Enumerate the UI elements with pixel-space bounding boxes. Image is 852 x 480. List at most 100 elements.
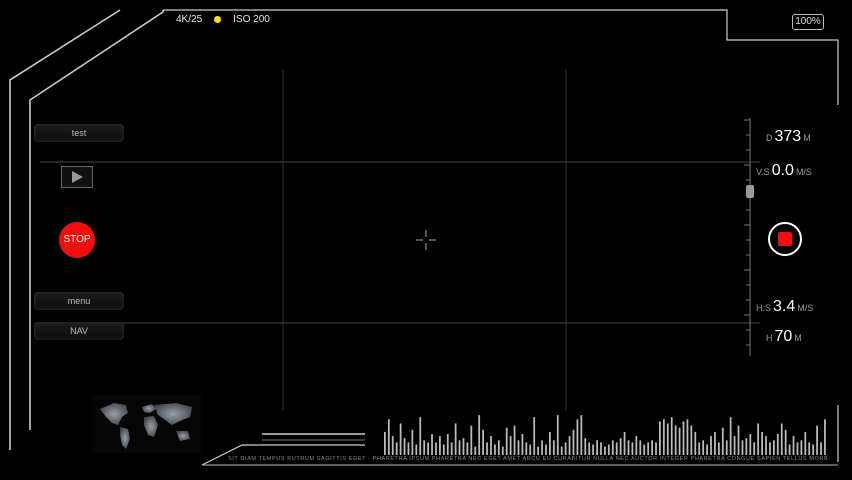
audio-level-bar — [717, 442, 720, 455]
audio-level-bar — [729, 417, 732, 455]
audio-level-bar — [454, 423, 457, 455]
audio-level-bar — [592, 444, 595, 455]
audio-level-bar — [619, 438, 622, 455]
altitude-scale — [744, 118, 751, 356]
stop-button[interactable]: STOP — [59, 222, 95, 258]
audio-level-bar — [545, 444, 547, 455]
audio-level-bar — [399, 423, 402, 455]
audio-level-bar — [733, 436, 736, 455]
camera-status: 4K/25 ISO 200 — [176, 14, 270, 25]
audio-level-bar — [458, 440, 461, 455]
audio-level-bar — [788, 444, 791, 455]
audio-level-bar — [588, 442, 591, 455]
audio-level-bar — [670, 417, 673, 455]
audio-level-bar — [627, 440, 630, 455]
audio-level-bar — [615, 442, 618, 455]
vertical-speed-unit: M/S — [795, 167, 812, 177]
vertical-speed-prefix: V.S — [756, 167, 770, 177]
audio-level-bar — [442, 444, 445, 455]
height-unit: M — [794, 333, 802, 343]
audio-level-bar — [682, 421, 685, 455]
audio-level-bar — [486, 442, 488, 455]
audio-level-bar — [659, 421, 661, 455]
distance-unit: M — [803, 133, 811, 143]
audio-level-bar — [647, 442, 650, 455]
scale-slider-handle[interactable] — [746, 185, 754, 198]
audio-level-bar — [513, 425, 516, 455]
audio-level-bar — [706, 444, 708, 455]
test-button[interactable]: test — [34, 124, 124, 142]
audio-level-bar — [572, 429, 575, 455]
audio-level-bar — [403, 438, 406, 455]
audio-level-meter — [384, 415, 826, 455]
audio-level-bar — [651, 440, 653, 455]
audio-level-bar — [643, 444, 646, 455]
status-indicator-icon — [214, 16, 222, 23]
ticker-text: SIT DIAM TEMPUS RUTRUM SAGITTIS EGET - P… — [228, 456, 828, 462]
audio-level-bar — [537, 446, 540, 455]
height-value: 70 — [774, 328, 793, 345]
audio-level-bar — [800, 440, 803, 455]
audio-level-bar — [662, 419, 665, 455]
audio-level-bar — [556, 415, 559, 455]
audio-level-bar — [824, 419, 826, 455]
audio-level-bar — [387, 419, 390, 455]
audio-level-bar — [686, 419, 689, 455]
audio-level-bar — [450, 442, 453, 455]
vertical-speed-readout: V.S 0.0 M/S — [756, 162, 836, 180]
audio-level-bar — [607, 444, 610, 455]
audio-level-bar — [415, 444, 418, 455]
audio-level-bar — [804, 431, 807, 455]
crosshair-icon — [416, 230, 436, 250]
audio-level-bar — [505, 427, 508, 455]
horizontal-speed-readout: H.S 3.4 M/S — [756, 298, 836, 316]
iso-label: ISO 200 — [233, 14, 270, 25]
audio-level-bar — [521, 434, 524, 455]
audio-level-bar — [796, 442, 799, 455]
audio-level-bar — [678, 427, 681, 455]
record-button[interactable] — [768, 222, 802, 256]
audio-level-bar — [635, 436, 638, 455]
audio-level-bar — [753, 442, 756, 455]
audio-level-bar — [792, 436, 795, 455]
horizontal-speed-value: 3.4 — [773, 298, 796, 315]
audio-level-bar — [596, 440, 598, 455]
audio-level-bar — [435, 442, 437, 455]
audio-level-bar — [560, 446, 563, 455]
audio-level-bar — [769, 442, 771, 455]
play-button[interactable] — [61, 166, 93, 188]
play-icon — [72, 171, 83, 183]
world-map — [92, 395, 202, 453]
audio-level-bar — [611, 440, 614, 455]
audio-level-bar — [690, 425, 693, 455]
audio-level-bar — [427, 442, 429, 455]
audio-level-bar — [462, 438, 465, 455]
audio-level-bar — [466, 442, 469, 455]
audio-level-bar — [564, 442, 567, 455]
record-icon — [778, 232, 792, 246]
audio-level-bar — [784, 429, 787, 455]
menu-button[interactable]: menu — [34, 292, 124, 310]
audio-level-bar — [741, 440, 744, 455]
audio-level-bar — [725, 440, 728, 455]
nav-button[interactable]: NAV — [34, 322, 124, 340]
audio-level-bar — [812, 444, 815, 455]
audio-level-bar — [698, 442, 701, 455]
audio-level-bar — [666, 423, 669, 455]
audio-level-bar — [529, 444, 532, 455]
audio-level-bar — [541, 440, 543, 455]
audio-level-bar — [446, 434, 449, 455]
audio-level-bar — [655, 442, 657, 455]
audio-level-bar — [639, 440, 642, 455]
audio-level-bar — [549, 431, 551, 455]
audio-level-bar — [490, 436, 492, 455]
audio-level-bar — [623, 431, 626, 455]
horizontal-speed-prefix: H.S — [756, 303, 772, 313]
audio-level-bar — [765, 436, 767, 455]
height-prefix: H — [766, 333, 773, 343]
audio-level-bar — [745, 438, 748, 455]
audio-level-bar — [509, 436, 512, 455]
audio-level-bar — [552, 440, 555, 455]
audio-level-bar — [776, 434, 779, 455]
distance-prefix: D — [766, 133, 773, 143]
